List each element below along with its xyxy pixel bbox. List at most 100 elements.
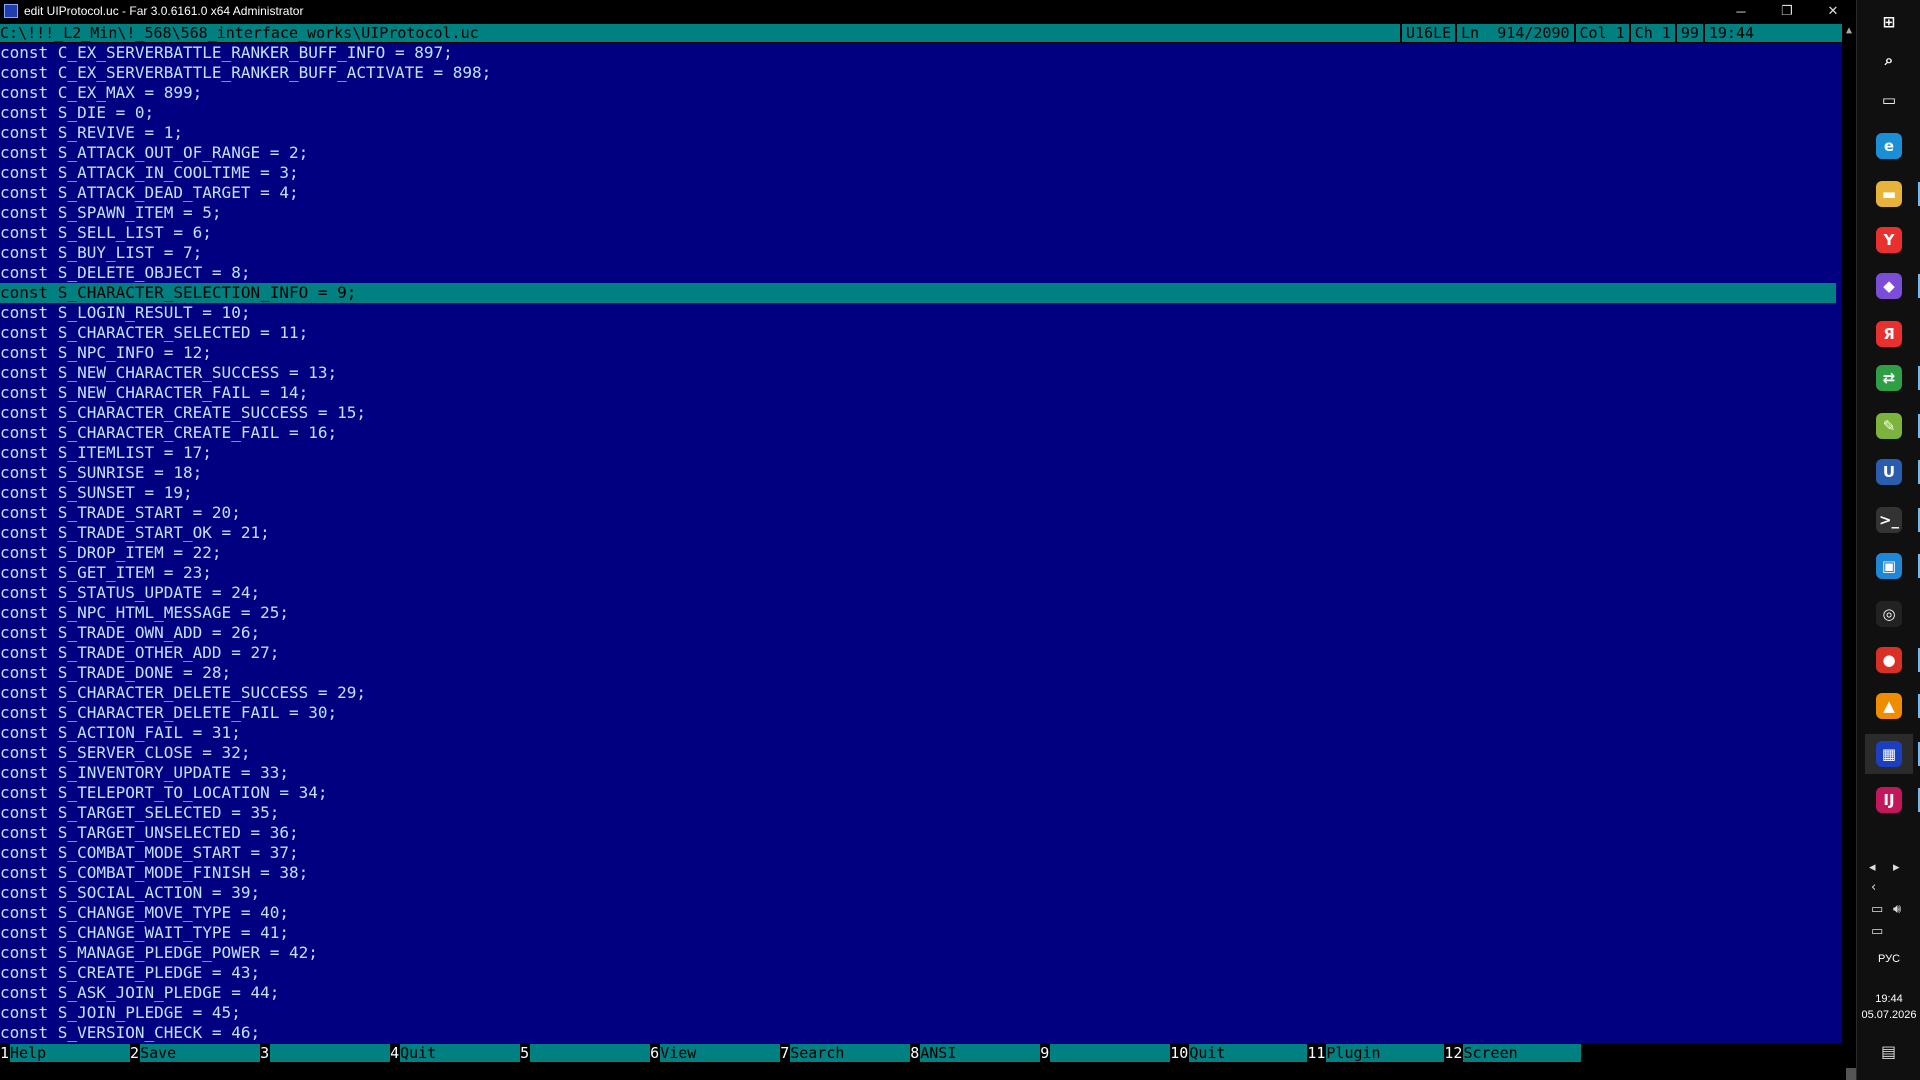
close-button[interactable]: ✕ xyxy=(1810,0,1856,22)
code-line[interactable]: const S_SOCIAL_ACTION = 39; xyxy=(0,883,1842,903)
code-line[interactable]: const S_ATTACK_OUT_OF_RANGE = 2; xyxy=(0,143,1842,163)
taskbar-button-steam[interactable]: ◎ xyxy=(1865,594,1913,634)
language-indicator[interactable]: РУС xyxy=(1857,953,1920,965)
fkey-12[interactable]: 12 Screen xyxy=(1444,1044,1582,1062)
code-line[interactable]: const S_SUNRISE = 18; xyxy=(0,463,1842,483)
taskbar-button-chrome[interactable]: ● xyxy=(1865,640,1920,680)
taskbar-button-start[interactable]: ⊞ xyxy=(1865,2,1913,42)
code-line[interactable]: const S_TRADE_START_OK = 21; xyxy=(0,523,1842,543)
fkey-number: 8 xyxy=(910,1044,921,1062)
display-icon[interactable]: ▭ xyxy=(1871,924,1883,939)
network-icon[interactable]: ▭ xyxy=(1871,902,1883,917)
editor-status-line: C:\!!!_L2_Min\!_568\568_interface_works\… xyxy=(0,24,1842,42)
code-line[interactable]: const S_CHARACTER_SELECTED = 11; xyxy=(0,323,1842,343)
minimize-button[interactable]: ─ xyxy=(1718,0,1764,22)
fkey-label xyxy=(1050,1044,1171,1062)
fkey-10[interactable]: 10 Quit xyxy=(1170,1044,1308,1062)
scroll-thumb[interactable] xyxy=(1846,1068,1856,1080)
code-line[interactable]: const S_SPAWN_ITEM = 5; xyxy=(0,203,1842,223)
code-line[interactable]: const S_SERVER_CLOSE = 32; xyxy=(0,743,1842,763)
current-code-line[interactable]: const S_CHARACTER_SELECTION_INFO = 9; xyxy=(0,283,1836,303)
taskbar-button-far-manager[interactable]: ▦ xyxy=(1865,734,1920,774)
taskbar-button-terminal[interactable]: >_ xyxy=(1865,500,1920,540)
taskbar-button-intellij[interactable]: IJ xyxy=(1865,780,1920,820)
chevron-right-icon[interactable]: ▸ xyxy=(1893,860,1900,875)
fkey-6[interactable]: 6 View xyxy=(650,1044,781,1062)
chevron-left-icon[interactable]: ◂ xyxy=(1869,860,1876,875)
code-line[interactable]: const S_ACTION_FAIL = 31; xyxy=(0,723,1842,743)
code-line[interactable]: const S_TRADE_START = 20; xyxy=(0,503,1842,523)
fkey-7[interactable]: 7 Search xyxy=(780,1044,911,1062)
fkey-11[interactable]: 11 Plugin xyxy=(1307,1044,1445,1062)
code-line[interactable]: const S_COMBAT_MODE_START = 37; xyxy=(0,843,1842,863)
editor-text-area[interactable]: const C_EX_SERVERBATTLE_RANKER_BUFF_INFO… xyxy=(0,43,1842,1043)
code-line[interactable]: const S_CHARACTER_CREATE_SUCCESS = 15; xyxy=(0,403,1842,423)
show-hidden-icons-icon[interactable]: ‹ xyxy=(1871,880,1876,895)
taskbar-date[interactable]: 05.07.2026 xyxy=(1857,1009,1920,1021)
taskbar-button-edge[interactable]: e xyxy=(1865,126,1913,166)
code-line[interactable]: const S_TRADE_OTHER_ADD = 27; xyxy=(0,643,1842,663)
fkey-2[interactable]: 2 Save xyxy=(130,1044,261,1062)
code-line[interactable]: const S_ASK_JOIN_PLEDGE = 44; xyxy=(0,983,1842,1003)
code-line[interactable]: const S_CHANGE_MOVE_TYPE = 40; xyxy=(0,903,1842,923)
code-line[interactable]: const S_TARGET_SELECTED = 35; xyxy=(0,803,1842,823)
code-line[interactable]: const S_JOIN_PLEDGE = 45; xyxy=(0,1003,1842,1023)
code-line[interactable]: const S_TRADE_DONE = 28; xyxy=(0,663,1842,683)
taskbar-button-unreal[interactable]: U xyxy=(1865,452,1920,492)
code-line[interactable]: const S_INVENTORY_UPDATE = 33; xyxy=(0,763,1842,783)
code-line[interactable]: const S_NPC_INFO = 12; xyxy=(0,343,1842,363)
code-line[interactable]: const S_VERSION_CHECK = 46; xyxy=(0,1023,1842,1043)
taskbar-button-search[interactable]: ⌕ xyxy=(1865,40,1913,80)
code-line[interactable]: const S_TARGET_UNSELECTED = 36; xyxy=(0,823,1842,843)
code-line[interactable]: const C_EX_SERVERBATTLE_RANKER_BUFF_INFO… xyxy=(0,43,1842,63)
taskbar-button-obsidian[interactable]: ◆ xyxy=(1865,266,1920,306)
code-line[interactable]: const S_COMBAT_MODE_FINISH = 38; xyxy=(0,863,1842,883)
code-line[interactable]: const S_DROP_ITEM = 22; xyxy=(0,543,1842,563)
code-line[interactable]: const C_EX_SERVERBATTLE_RANKER_BUFF_ACTI… xyxy=(0,63,1842,83)
taskbar-button-yandex[interactable]: Я xyxy=(1865,314,1913,354)
code-line[interactable]: const S_LOGIN_RESULT = 10; xyxy=(0,303,1842,323)
code-line[interactable]: const S_DELETE_OBJECT = 8; xyxy=(0,263,1842,283)
code-line[interactable]: const S_NEW_CHARACTER_SUCCESS = 13; xyxy=(0,363,1842,383)
code-line[interactable]: const S_SUNSET = 19; xyxy=(0,483,1842,503)
code-line[interactable]: const S_ATTACK_DEAD_TARGET = 4; xyxy=(0,183,1842,203)
code-line[interactable]: const S_ITEMLIST = 17; xyxy=(0,443,1842,463)
taskbar-button-remote-desktop[interactable]: ▣ xyxy=(1865,546,1920,586)
code-line[interactable]: const S_NEW_CHARACTER_FAIL = 14; xyxy=(0,383,1842,403)
code-line[interactable]: const S_CREATE_PLEDGE = 43; xyxy=(0,963,1842,983)
code-line[interactable]: const S_CHARACTER_DELETE_SUCCESS = 29; xyxy=(0,683,1842,703)
code-line[interactable]: const S_DIE = 0; xyxy=(0,103,1842,123)
code-line[interactable]: const S_STATUS_UPDATE = 24; xyxy=(0,583,1842,603)
taskbar-button-vlc[interactable]: ▲ xyxy=(1865,686,1920,726)
code-line[interactable]: const S_MANAGE_PLEDGE_POWER = 42; xyxy=(0,943,1842,963)
code-line[interactable]: const S_REVIVE = 1; xyxy=(0,123,1842,143)
scroll-up-icon[interactable]: ▲ xyxy=(1842,24,1856,38)
taskbar-time[interactable]: 19:44 xyxy=(1857,993,1920,1005)
window-scrollbar[interactable]: ▲ xyxy=(1842,24,1856,1080)
code-line[interactable]: const C_EX_MAX = 899; xyxy=(0,83,1842,103)
notifications-icon[interactable]: ▤ xyxy=(1881,1042,1896,1061)
fkey-1[interactable]: 1 Help xyxy=(0,1044,131,1062)
code-line[interactable]: const S_SELL_LIST = 6; xyxy=(0,223,1842,243)
taskbar-button-notepad[interactable]: ✎ xyxy=(1865,406,1920,446)
code-line[interactable]: const S_NPC_HTML_MESSAGE = 25; xyxy=(0,603,1842,623)
fkey-9[interactable]: 9 xyxy=(1040,1044,1171,1062)
code-line[interactable]: const S_ATTACK_IN_COOLTIME = 3; xyxy=(0,163,1842,183)
code-line[interactable]: const S_CHARACTER_CREATE_FAIL = 16; xyxy=(0,423,1842,443)
fkey-8[interactable]: 8 ANSI xyxy=(910,1044,1041,1062)
code-line[interactable]: const S_CHANGE_WAIT_TYPE = 41; xyxy=(0,923,1842,943)
code-line[interactable]: const S_TELEPORT_TO_LOCATION = 34; xyxy=(0,783,1842,803)
fkey-3[interactable]: 3 xyxy=(260,1044,391,1062)
taskbar-button-file-explorer[interactable]: ▬ xyxy=(1865,174,1920,214)
code-line[interactable]: const S_GET_ITEM = 23; xyxy=(0,563,1842,583)
taskbar-button-yandex-browser[interactable]: Y xyxy=(1865,220,1913,260)
fkey-4[interactable]: 4 Quit xyxy=(390,1044,521,1062)
volume-icon[interactable]: 🔊︎ xyxy=(1893,902,1901,917)
code-line[interactable]: const S_CHARACTER_DELETE_FAIL = 30; xyxy=(0,703,1842,723)
taskbar-button-translator[interactable]: ⇄ xyxy=(1865,358,1920,398)
code-line[interactable]: const S_TRADE_OWN_ADD = 26; xyxy=(0,623,1842,643)
restore-button[interactable]: ❐ xyxy=(1764,0,1810,22)
taskbar-button-task-view[interactable]: ▭ xyxy=(1865,80,1913,120)
fkey-5[interactable]: 5 xyxy=(520,1044,651,1062)
code-line[interactable]: const S_BUY_LIST = 7; xyxy=(0,243,1842,263)
